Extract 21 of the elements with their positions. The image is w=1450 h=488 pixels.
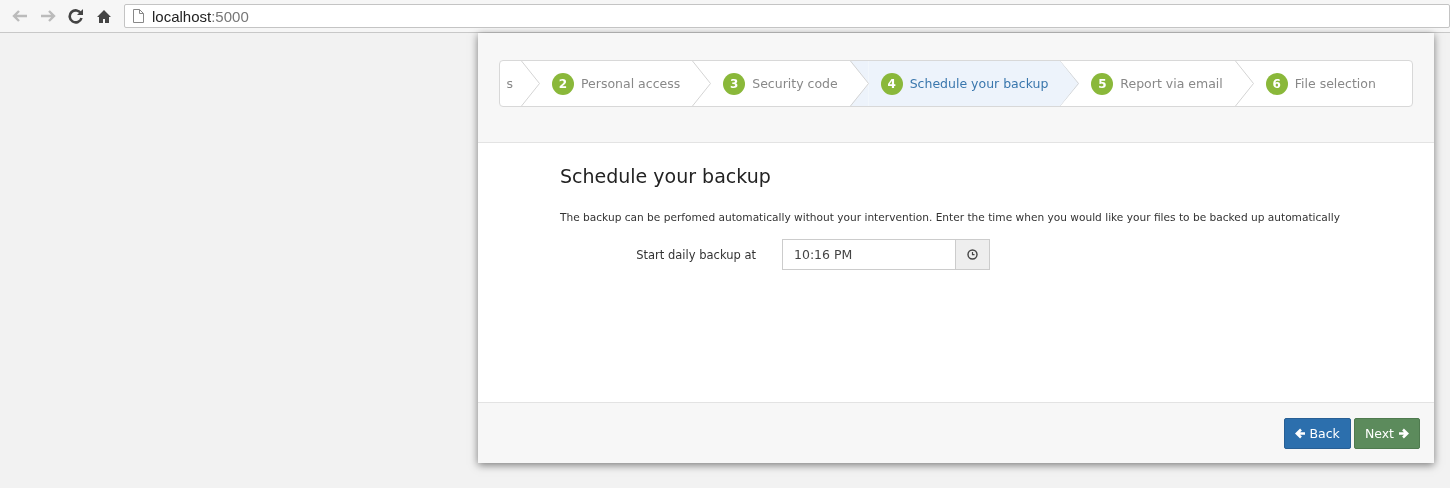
field-label: Start daily backup at (635, 247, 756, 262)
wizard-step[interactable]: 4 Schedule your backup (868, 61, 1080, 106)
next-button[interactable]: Next (1353, 417, 1420, 449)
wizard-step[interactable]: 3 Security code (711, 61, 869, 106)
address-text: localhost:5000 (152, 7, 249, 25)
arrow-right-icon (1398, 427, 1409, 439)
reload-icon[interactable] (68, 8, 84, 24)
address-field[interactable]: localhost:5000 (124, 4, 1450, 28)
wizard-step[interactable]: 2 Personal access (540, 61, 712, 106)
wizard-step[interactable]: 6 File selection (1253, 61, 1412, 106)
wizard-step[interactable]: s (500, 61, 540, 106)
back-button[interactable]: Back (1283, 417, 1351, 449)
clock-icon (967, 249, 978, 260)
section-heading: Schedule your backup (560, 165, 772, 187)
arrow-left-icon (1294, 427, 1306, 439)
time-input[interactable]: 10:16 PM (782, 239, 956, 270)
page-icon (133, 9, 144, 23)
clock-button[interactable] (956, 239, 990, 270)
wizard-step[interactable]: 5 Report via email (1079, 61, 1254, 106)
description-text: The backup can be perfomed automatically without your intervention. Enter the time when you would like your files to be backed up automatically (560, 211, 1341, 223)
home-icon[interactable] (96, 8, 112, 24)
